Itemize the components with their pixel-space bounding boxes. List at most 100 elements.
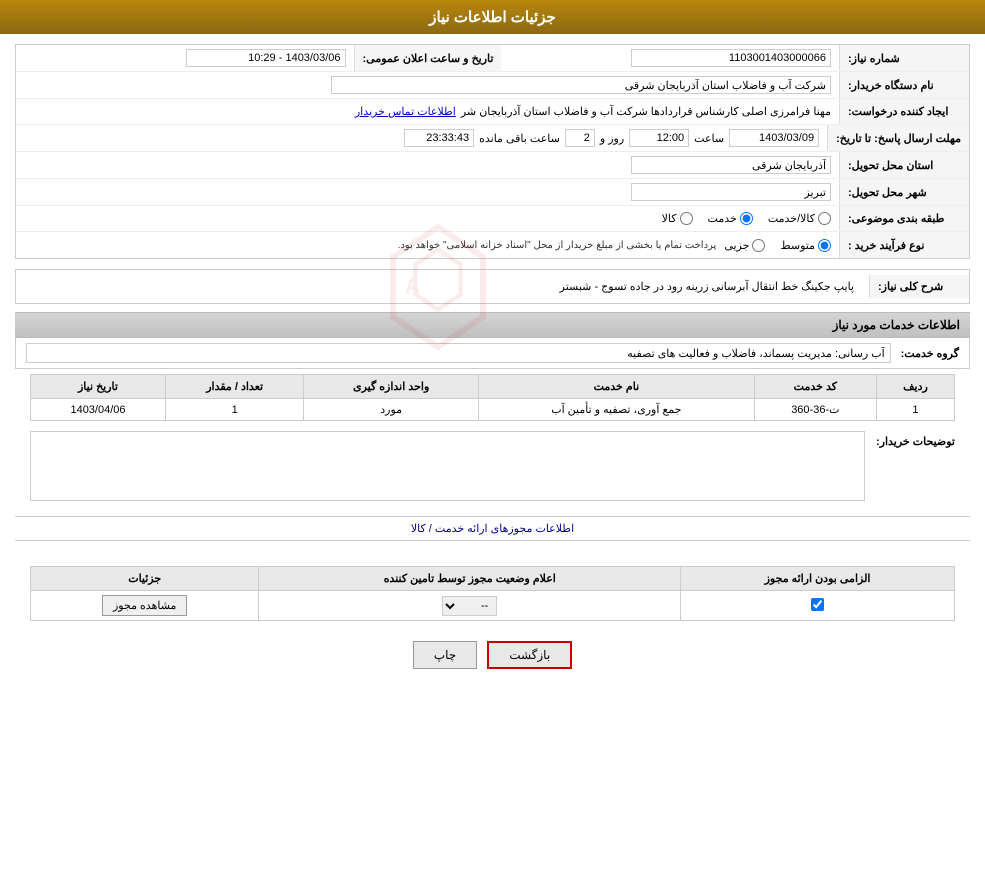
permit-view-button[interactable]: مشاهده مجوز [102,595,187,616]
category-label: طبقه بندی موضوعی: [839,206,969,231]
category-kala-khedmat-radio[interactable] [818,212,831,225]
table-header-row: ردیف کد خدمت نام خدمت واحد اندازه گیری ت… [31,375,955,399]
cell-service-code: ت-36-360 [754,399,876,421]
col-unit: واحد اندازه گیری [304,375,479,399]
row-buyer-org: نام دستگاه خریدار: [16,72,969,99]
purchase-type-jozi-radio[interactable] [752,239,765,252]
cell-unit: مورد [304,399,479,421]
purchase-type-jozi-label: جزیی [724,239,749,252]
deadline-value: ساعت روز و ساعت باقی مانده [16,125,827,151]
deadline-days-input[interactable] [565,129,595,147]
row-city: شهر محل تحویل: [16,179,969,206]
category-kala-label: کالا [662,212,677,225]
back-button[interactable]: بازگشت [487,641,572,669]
deadline-label: مهلت ارسال پاسخ: تا تاریخ: [827,125,969,151]
city-label: شهر محل تحویل: [839,179,969,205]
svg-text:A: A [404,275,419,298]
col-service-code: کد خدمت [754,375,876,399]
print-button[interactable]: چاپ [413,641,477,669]
category-khedmat: خدمت [708,212,753,225]
permit-table: الزامی بودن ارائه مجوز اعلام وضعیت مجوز … [30,566,955,621]
col-quantity: تعداد / مقدار [165,375,303,399]
category-kala: کالا [662,212,693,225]
buyer-notes-box [30,431,865,501]
deadline-time-label: ساعت [694,132,724,145]
main-content: شماره نیاز: تاریخ و ساعت اعلان عمومی: نا… [0,34,985,694]
permit-section: اطلاعات مجوزهای ارائه خدمت / کالا الزامی… [15,516,970,621]
permit-col-required: الزامی بودن ارائه مجوز [681,567,955,591]
province-input[interactable] [631,156,831,174]
page-wrapper: جزئیات اطلاعات نیاز شماره نیاز: تاریخ و … [0,0,985,875]
purchase-type-radio-group: متوسط جزیی [724,239,831,252]
deadline-time-input[interactable] [629,129,689,147]
requester-value: مهنا فرامرزی اصلی کارشناس قراردادها شرکت… [16,99,839,124]
permit-table-container: الزامی بودن ارائه مجوز اعلام وضعیت مجوز … [30,566,955,621]
permit-col-status: اعلام وضعیت مجوز توسط تامین کننده [259,567,681,591]
need-number-input[interactable] [631,49,831,67]
watermark-logo: A [363,212,513,362]
requester-text: مهنا فرامرزی اصلی کارشناس قراردادها شرکت… [461,105,831,118]
row-requester: ایجاد کننده درخواست: مهنا فرامرزی اصلی ک… [16,99,969,125]
cell-date: 1403/04/06 [31,399,166,421]
purchase-type-motevaset-radio[interactable] [818,239,831,252]
permit-status-cell: --دارمندارم [259,591,681,621]
purchase-type-label: نوع فرآیند خرید : [839,232,969,258]
category-kala-khedmat: کالا/خدمت [768,212,831,225]
purchase-type-jozi: جزیی [724,239,765,252]
permit-required-checkbox[interactable] [811,598,824,611]
permit-header-row: الزامی بودن ارائه مجوز اعلام وضعیت مجوز … [31,567,955,591]
permit-status-select[interactable]: --دارمندارم [442,596,497,616]
services-table: ردیف کد خدمت نام خدمت واحد اندازه گیری ت… [30,374,955,421]
buyer-notes-label: توضیحات خریدار: [875,431,955,448]
cell-row-num: 1 [876,399,954,421]
requester-contact-link[interactable]: اطلاعات تماس خریدار [355,105,456,118]
row-deadline: مهلت ارسال پاسخ: تا تاریخ: ساعت روز و سا… [16,125,969,152]
need-description-label: شرح کلی نیاز: [878,280,943,293]
deadline-remaining-label: ساعت باقی مانده [479,132,560,145]
announcement-date-label: تاریخ و ساعت اعلان عمومی: [354,45,502,71]
services-table-container: ردیف کد خدمت نام خدمت واحد اندازه گیری ت… [30,374,955,421]
cell-service-name: جمع آوری، تصفیه و تأمین آب [479,399,755,421]
permit-table-row: --دارمندارم مشاهده مجوز [31,591,955,621]
requester-label: ایجاد کننده درخواست: [839,99,969,124]
category-kala-radio[interactable] [680,212,693,225]
cell-quantity: 1 [165,399,303,421]
page-header: جزئیات اطلاعات نیاز [0,0,985,34]
category-kala-khedmat-label: کالا/خدمت [768,212,815,225]
col-row-num: ردیف [876,375,954,399]
permit-title: اطلاعات مجوزهای ارائه خدمت / کالا [15,516,970,541]
deadline-remaining-input[interactable] [404,129,474,147]
permit-required-cell [681,591,955,621]
province-value [16,152,839,178]
page-title: جزئیات اطلاعات نیاز [429,9,556,26]
bottom-buttons: بازگشت چاپ [15,626,970,684]
purchase-type-motevaset-label: متوسط [780,239,815,252]
category-radio-group: کالا/خدمت خدمت کالا [662,212,831,225]
buyer-org-label: نام دستگاه خریدار: [839,72,969,98]
announcement-date-value [16,45,354,71]
row-need-number: شماره نیاز: تاریخ و ساعت اعلان عمومی: [16,45,969,72]
row-province: استان محل تحویل: [16,152,969,179]
city-input[interactable] [631,183,831,201]
category-khedmat-radio[interactable] [740,212,753,225]
service-group-label: گروه خدمت: [901,347,959,360]
purchase-type-motevaset: متوسط [780,239,831,252]
buyer-org-value [16,72,839,98]
table-row: 1 ت-36-360 جمع آوری، تصفیه و تأمین آب مو… [31,399,955,421]
buyer-org-input[interactable] [331,76,831,94]
need-number-value [501,45,839,71]
need-description-content: A پایپ جکینگ خط انتقال آبرسانی زرینه رود… [16,275,859,298]
buyer-notes-section: توضیحات خریدار: [15,426,970,506]
category-khedmat-label: خدمت [708,212,737,225]
col-date: تاریخ نیاز [31,375,166,399]
permit-col-details: جزئیات [31,567,259,591]
col-service-name: نام خدمت [479,375,755,399]
deadline-date-input[interactable] [729,129,819,147]
announcement-date-input[interactable] [186,49,346,67]
city-value [16,179,839,205]
deadline-days-label: روز و [600,132,624,145]
need-number-label: شماره نیاز: [839,45,969,71]
province-label: استان محل تحویل: [839,152,969,178]
permit-details-cell: مشاهده مجوز [31,591,259,621]
need-description-container: شرح کلی نیاز: A پایپ جکینگ خط انتقال آبر… [15,269,970,304]
